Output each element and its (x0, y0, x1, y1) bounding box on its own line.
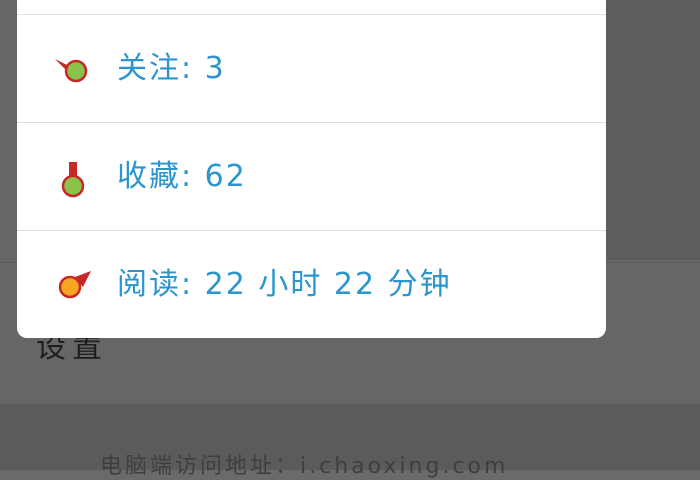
favorite-count-label: 收藏: 62 (117, 159, 247, 194)
footer-url-text: 电脑端访问地址：i.chaoxing.com (100, 454, 509, 479)
stat-row-follow[interactable]: 关注: 3 (17, 15, 606, 123)
follow-count-label: 关注: 3 (117, 51, 226, 86)
favorite-icon (53, 159, 93, 199)
stats-popup: 关注: 3 收藏: 62 阅读: 22 小时 22 分钟 (17, 0, 606, 338)
stat-row-favorite[interactable]: 收藏: 62 (17, 123, 606, 231)
reading-time-icon (53, 265, 93, 305)
stat-row-reading[interactable]: 阅读: 22 小时 22 分钟 (17, 231, 606, 338)
follow-icon (53, 51, 93, 91)
background-panel (606, 0, 700, 260)
reading-time-label: 阅读: 22 小时 22 分钟 (117, 267, 452, 302)
